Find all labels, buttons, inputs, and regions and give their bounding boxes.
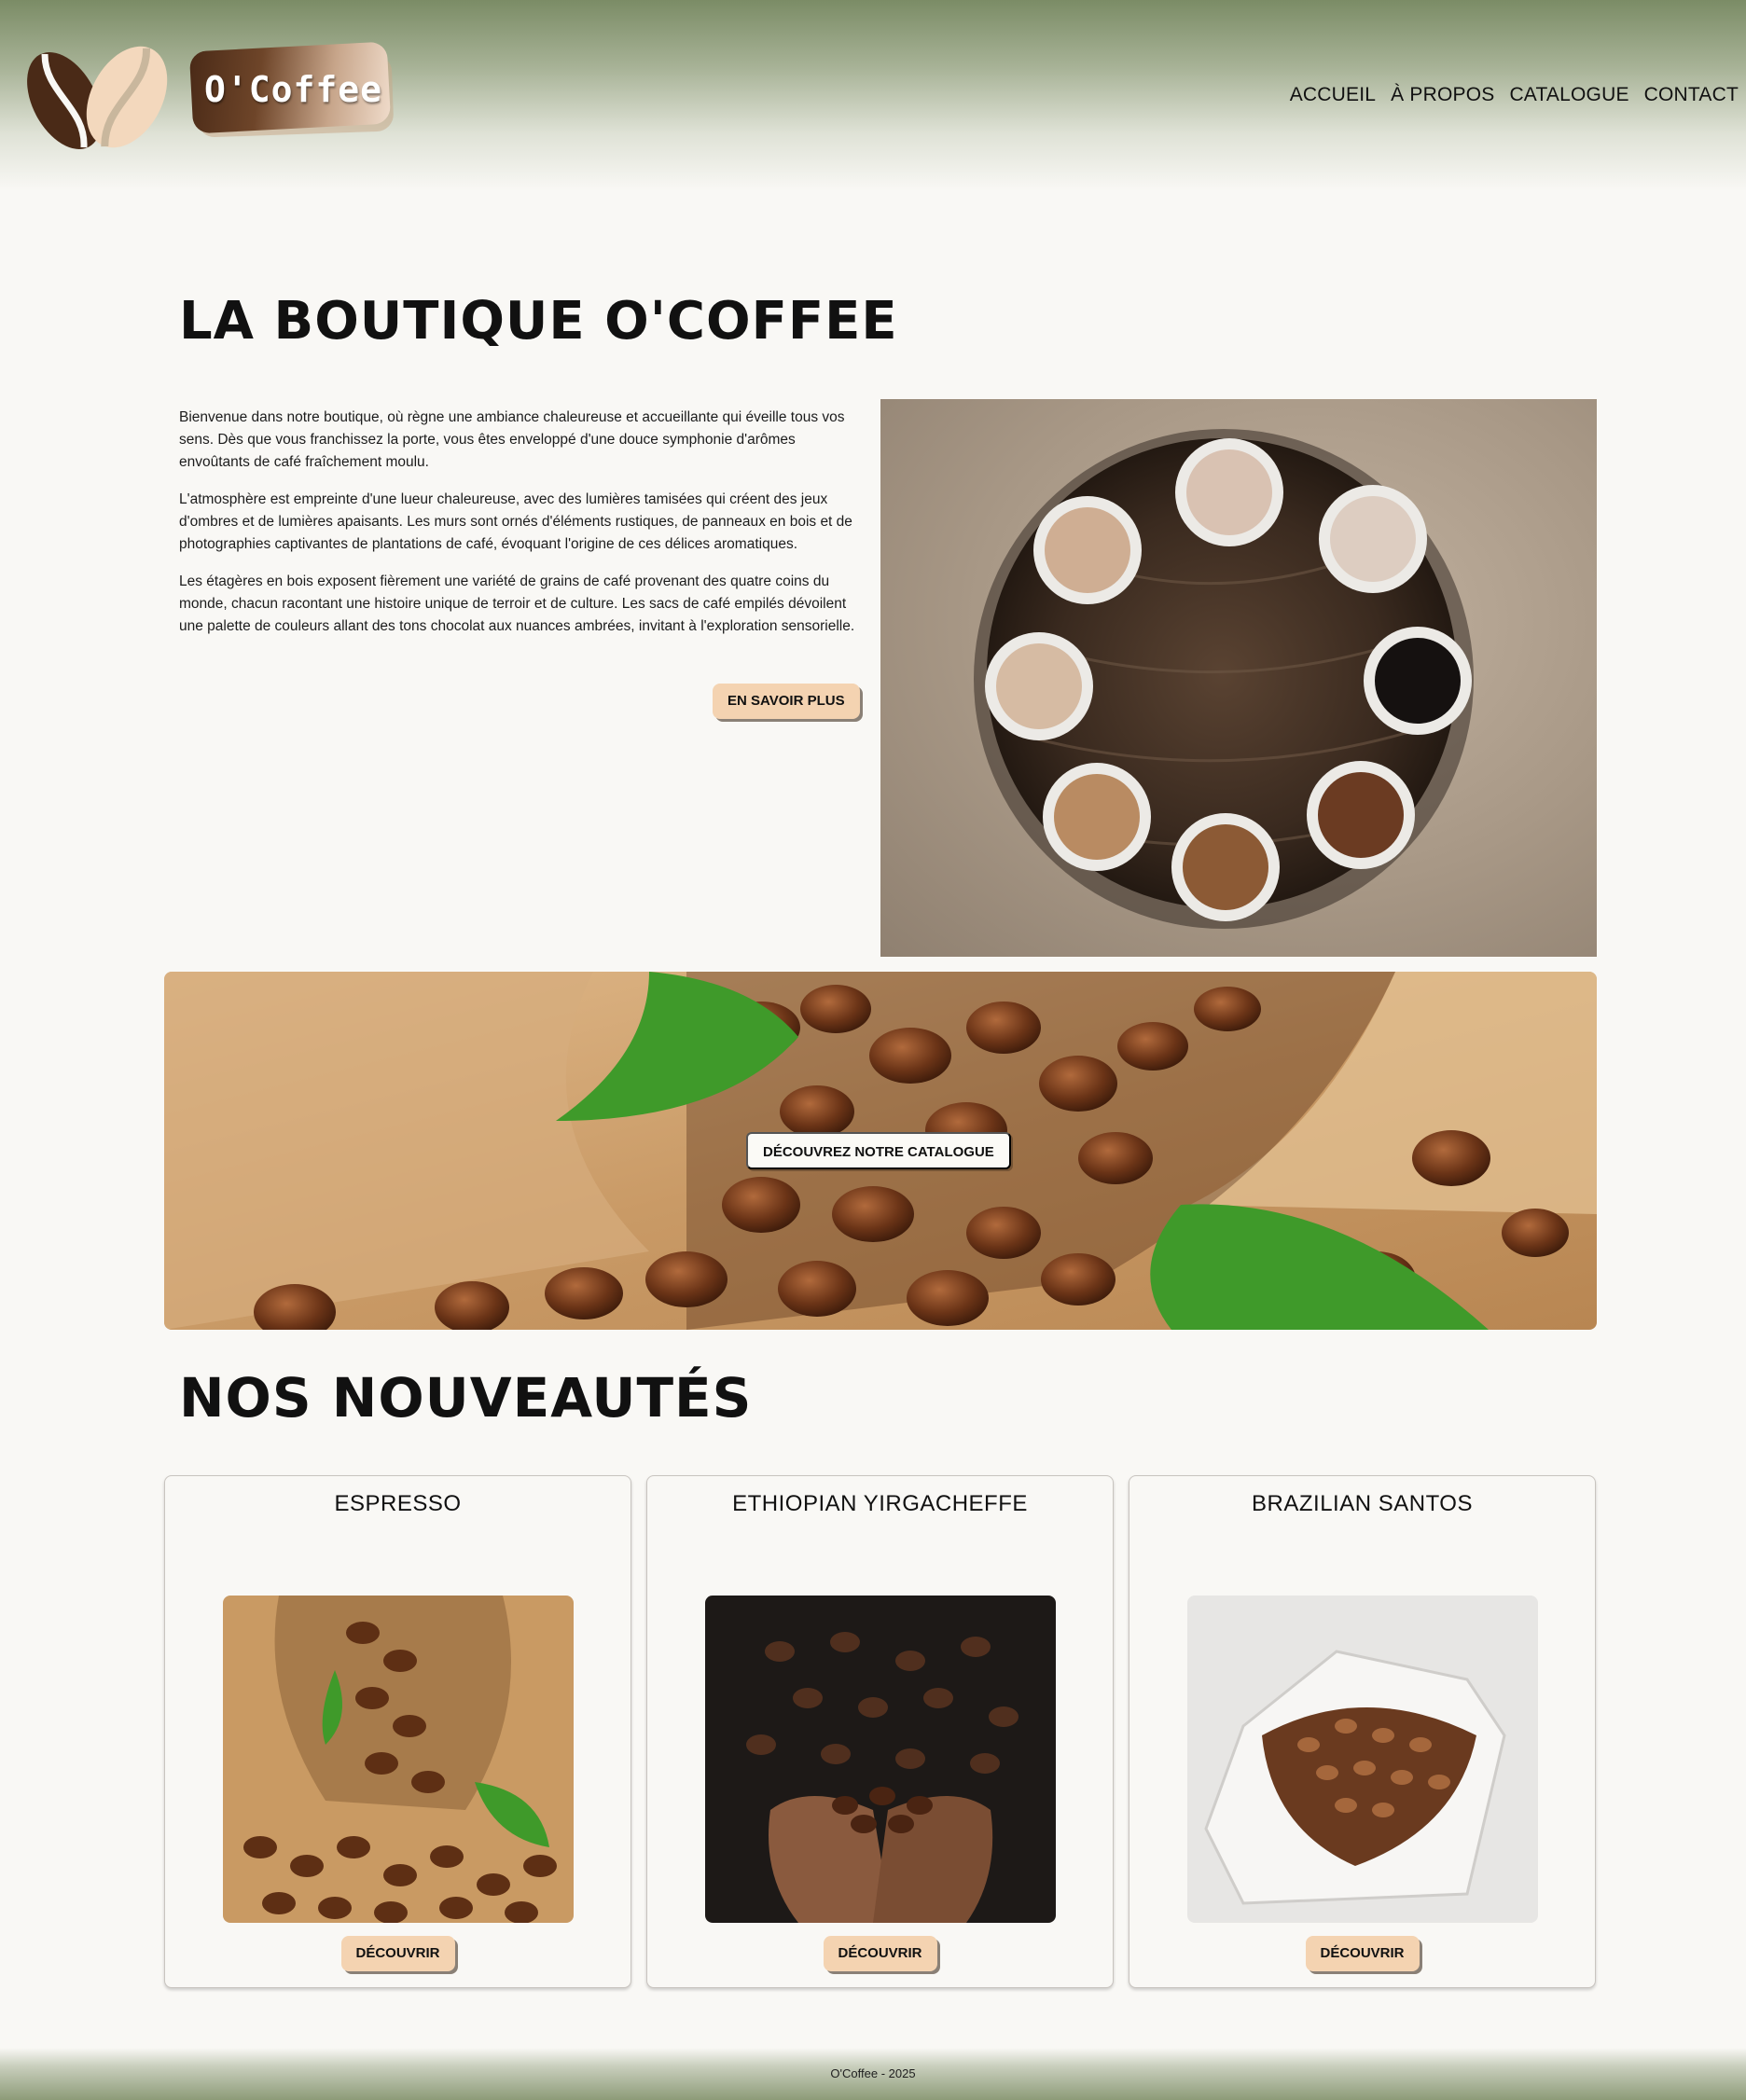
- discover-ethiopian-button[interactable]: DÉCOUVRIR: [823, 1936, 937, 1971]
- catalogue-banner: DÉCOUVREZ NOTRE CATALOGUE: [164, 972, 1597, 1330]
- intro-text: Bienvenue dans notre boutique, où règne …: [179, 407, 860, 653]
- product-title: BRAZILIAN SANTOS: [1252, 1491, 1473, 1516]
- bag-of-beans-illustration: [1187, 1596, 1538, 1923]
- site-header: O'Coffee ACCUEIL À PROPOS CATALOGUE CONT…: [0, 0, 1746, 191]
- main-nav: ACCUEIL À PROPOS CATALOGUE CONTACT: [1290, 84, 1739, 106]
- brand-logo[interactable]: O'Coffee: [188, 41, 395, 138]
- product-card-espresso: ESPRESSO DÉCOUVRIR: [164, 1475, 631, 1988]
- coffee-cups-photo: [880, 399, 1597, 957]
- coffee-cups-illustration: [974, 429, 1474, 929]
- new-products-title: NOS NOUVEAUTÉS: [179, 1366, 753, 1430]
- coffee-beans-logo-icon[interactable]: [22, 37, 172, 154]
- site-footer: O'Coffee - 2025: [0, 2048, 1746, 2100]
- intro-paragraph: L'atmosphère est empreinte d'une lueur c…: [179, 491, 852, 552]
- nav-link-a-propos[interactable]: À PROPOS: [1391, 84, 1494, 106]
- brazilian-product-image: [1187, 1596, 1538, 1923]
- product-title: ETHIOPIAN YIRGACHEFFE: [732, 1491, 1028, 1516]
- nav-link-catalogue[interactable]: CATALOGUE: [1509, 84, 1628, 106]
- brand-name: O'Coffee: [204, 69, 383, 110]
- ethiopian-product-image: [705, 1596, 1056, 1923]
- intro-paragraph: Bienvenue dans notre boutique, où règne …: [179, 409, 845, 470]
- product-card-ethiopian-yirgacheffe: ETHIOPIAN YIRGACHEFFE DÉCOUVRIR: [646, 1475, 1114, 1988]
- nav-link-contact[interactable]: CONTACT: [1644, 84, 1739, 106]
- intro-paragraph: Les étagères en bois exposent fièrement …: [179, 573, 855, 634]
- espresso-product-image: [223, 1596, 574, 1923]
- discover-catalogue-button[interactable]: DÉCOUVREZ NOTRE CATALOGUE: [746, 1132, 1011, 1169]
- learn-more-button[interactable]: EN SAVOIR PLUS: [713, 684, 860, 719]
- product-cards: ESPRESSO DÉCOUVRIR ETHIOPIAN YIRGACHEFFE…: [164, 1475, 1597, 1988]
- product-card-brazilian-santos: BRAZILIAN SANTOS DÉCOUVRIR: [1129, 1475, 1596, 1988]
- discover-brazilian-button[interactable]: DÉCOUVRIR: [1305, 1936, 1420, 1971]
- product-title: ESPRESSO: [334, 1491, 462, 1516]
- discover-espresso-button[interactable]: DÉCOUVRIR: [340, 1936, 455, 1971]
- nav-link-accueil[interactable]: ACCUEIL: [1290, 84, 1376, 106]
- espresso-beans-illustration: [223, 1596, 574, 1923]
- hands-holding-beans-illustration: [705, 1596, 1056, 1923]
- page-title: LA BOUTIQUE O'COFFEE: [179, 291, 898, 352]
- footer-copyright: O'Coffee - 2025: [830, 2066, 916, 2080]
